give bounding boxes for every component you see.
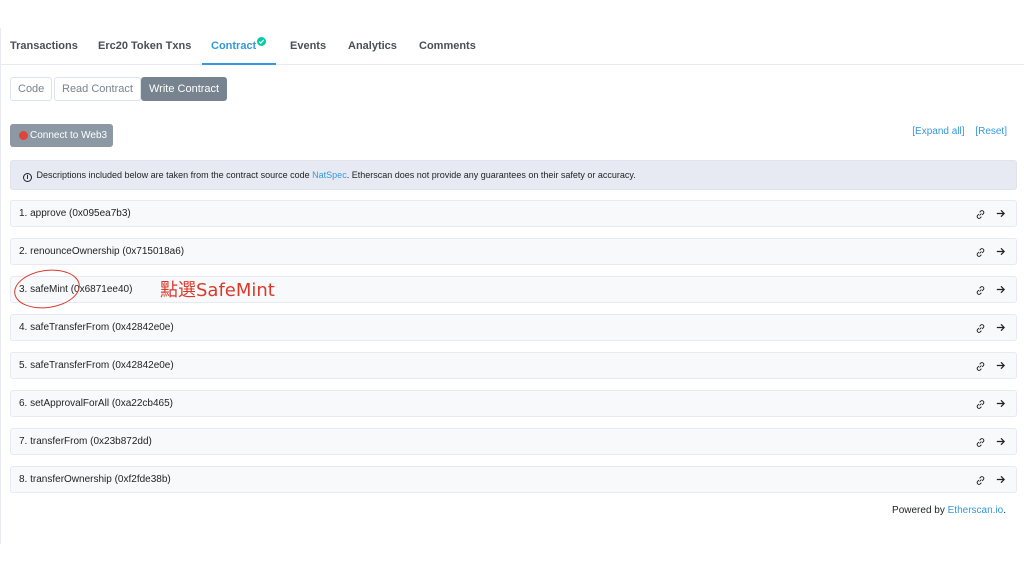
natspec-link[interactable]: NatSpec (312, 170, 347, 180)
function-row-transfer-from[interactable]: 7. transferFrom (0x23b872dd) (10, 428, 1017, 455)
tab-comments[interactable]: Comments (419, 40, 476, 52)
link-icon[interactable] (975, 285, 986, 296)
function-label: 5. safeTransferFrom (0x42842e0e) (19, 360, 174, 371)
main-tabs: Transactions Erc20 Token Txns Contract E… (0, 28, 1024, 65)
connect-label: Connect to Web3 (30, 130, 108, 141)
tab-events[interactable]: Events (290, 40, 326, 52)
connect-to-web3-button[interactable]: Connect to Web3 (10, 124, 113, 147)
function-row-set-approval-for-all[interactable]: 6. setApprovalForAll (0xa22cb465) (10, 390, 1017, 417)
active-tab-indicator (202, 63, 276, 65)
subtab-code[interactable]: Code (10, 77, 53, 101)
arrow-right-icon[interactable] (995, 246, 1006, 257)
tab-contract[interactable]: Contract (211, 40, 256, 52)
arrow-right-icon[interactable] (995, 208, 1006, 219)
link-icon[interactable] (975, 361, 986, 372)
function-label: 1. approve (0x095ea7b3) (19, 208, 131, 219)
arrow-right-icon[interactable] (995, 322, 1006, 333)
function-label: 7. transferFrom (0x23b872dd) (19, 436, 152, 447)
function-row-renounce-ownership[interactable]: 2. renounceOwnership (0x715018a6) (10, 238, 1017, 265)
link-icon[interactable] (975, 437, 986, 448)
function-label: 4. safeTransferFrom (0x42842e0e) (19, 322, 174, 333)
arrow-right-icon[interactable] (995, 474, 1006, 485)
contract-page: Transactions Erc20 Token Txns Contract E… (0, 0, 1024, 576)
etherscan-link[interactable]: Etherscan.io (948, 505, 1004, 516)
link-icon[interactable] (975, 247, 986, 258)
footer-prefix: Powered by (892, 505, 948, 516)
arrow-right-icon[interactable] (995, 360, 1006, 371)
function-row-approve[interactable]: 1. approve (0x095ea7b3) (10, 200, 1017, 227)
page-border (0, 28, 1, 544)
status-dot-icon (19, 131, 28, 140)
tab-transactions[interactable]: Transactions (10, 40, 78, 52)
function-label: 8. transferOwnership (0xf2fde38b) (19, 474, 171, 485)
expand-reset-links: [Expand all] [Reset] (904, 126, 1007, 137)
annotation-text: 點選SafeMint (160, 280, 275, 301)
info-icon: i (23, 173, 32, 182)
link-icon[interactable] (975, 209, 986, 220)
tab-analytics[interactable]: Analytics (348, 40, 397, 52)
function-row-safe-transfer-from-1[interactable]: 4. safeTransferFrom (0x42842e0e) (10, 314, 1017, 341)
link-icon[interactable] (975, 323, 986, 334)
natspec-notice: i Descriptions included below are taken … (10, 160, 1017, 190)
notice-text-before: Descriptions included below are taken fr… (36, 170, 313, 180)
reset-link[interactable]: [Reset] (975, 126, 1007, 137)
powered-by-footer: Powered by Etherscan.io. (892, 505, 1006, 516)
function-label: 2. renounceOwnership (0x715018a6) (19, 246, 185, 257)
check-circle-icon (257, 37, 266, 46)
subtab-read-contract[interactable]: Read Contract (54, 77, 141, 101)
link-icon[interactable] (975, 475, 986, 486)
function-label: 6. setApprovalForAll (0xa22cb465) (19, 398, 173, 409)
annotation-circle (11, 265, 83, 313)
notice-text-after: . Etherscan does not provide any guarant… (346, 170, 636, 180)
footer-suffix: . (1003, 505, 1006, 516)
arrow-right-icon[interactable] (995, 284, 1006, 295)
expand-all-link[interactable]: [Expand all] (912, 126, 964, 137)
tab-erc20-token-txns[interactable]: Erc20 Token Txns (98, 40, 191, 52)
arrow-right-icon[interactable] (995, 398, 1006, 409)
function-row-transfer-ownership[interactable]: 8. transferOwnership (0xf2fde38b) (10, 466, 1017, 493)
function-row-safe-transfer-from-2[interactable]: 5. safeTransferFrom (0x42842e0e) (10, 352, 1017, 379)
subtab-write-contract[interactable]: Write Contract (141, 77, 228, 101)
arrow-right-icon[interactable] (995, 436, 1006, 447)
link-icon[interactable] (975, 399, 986, 410)
